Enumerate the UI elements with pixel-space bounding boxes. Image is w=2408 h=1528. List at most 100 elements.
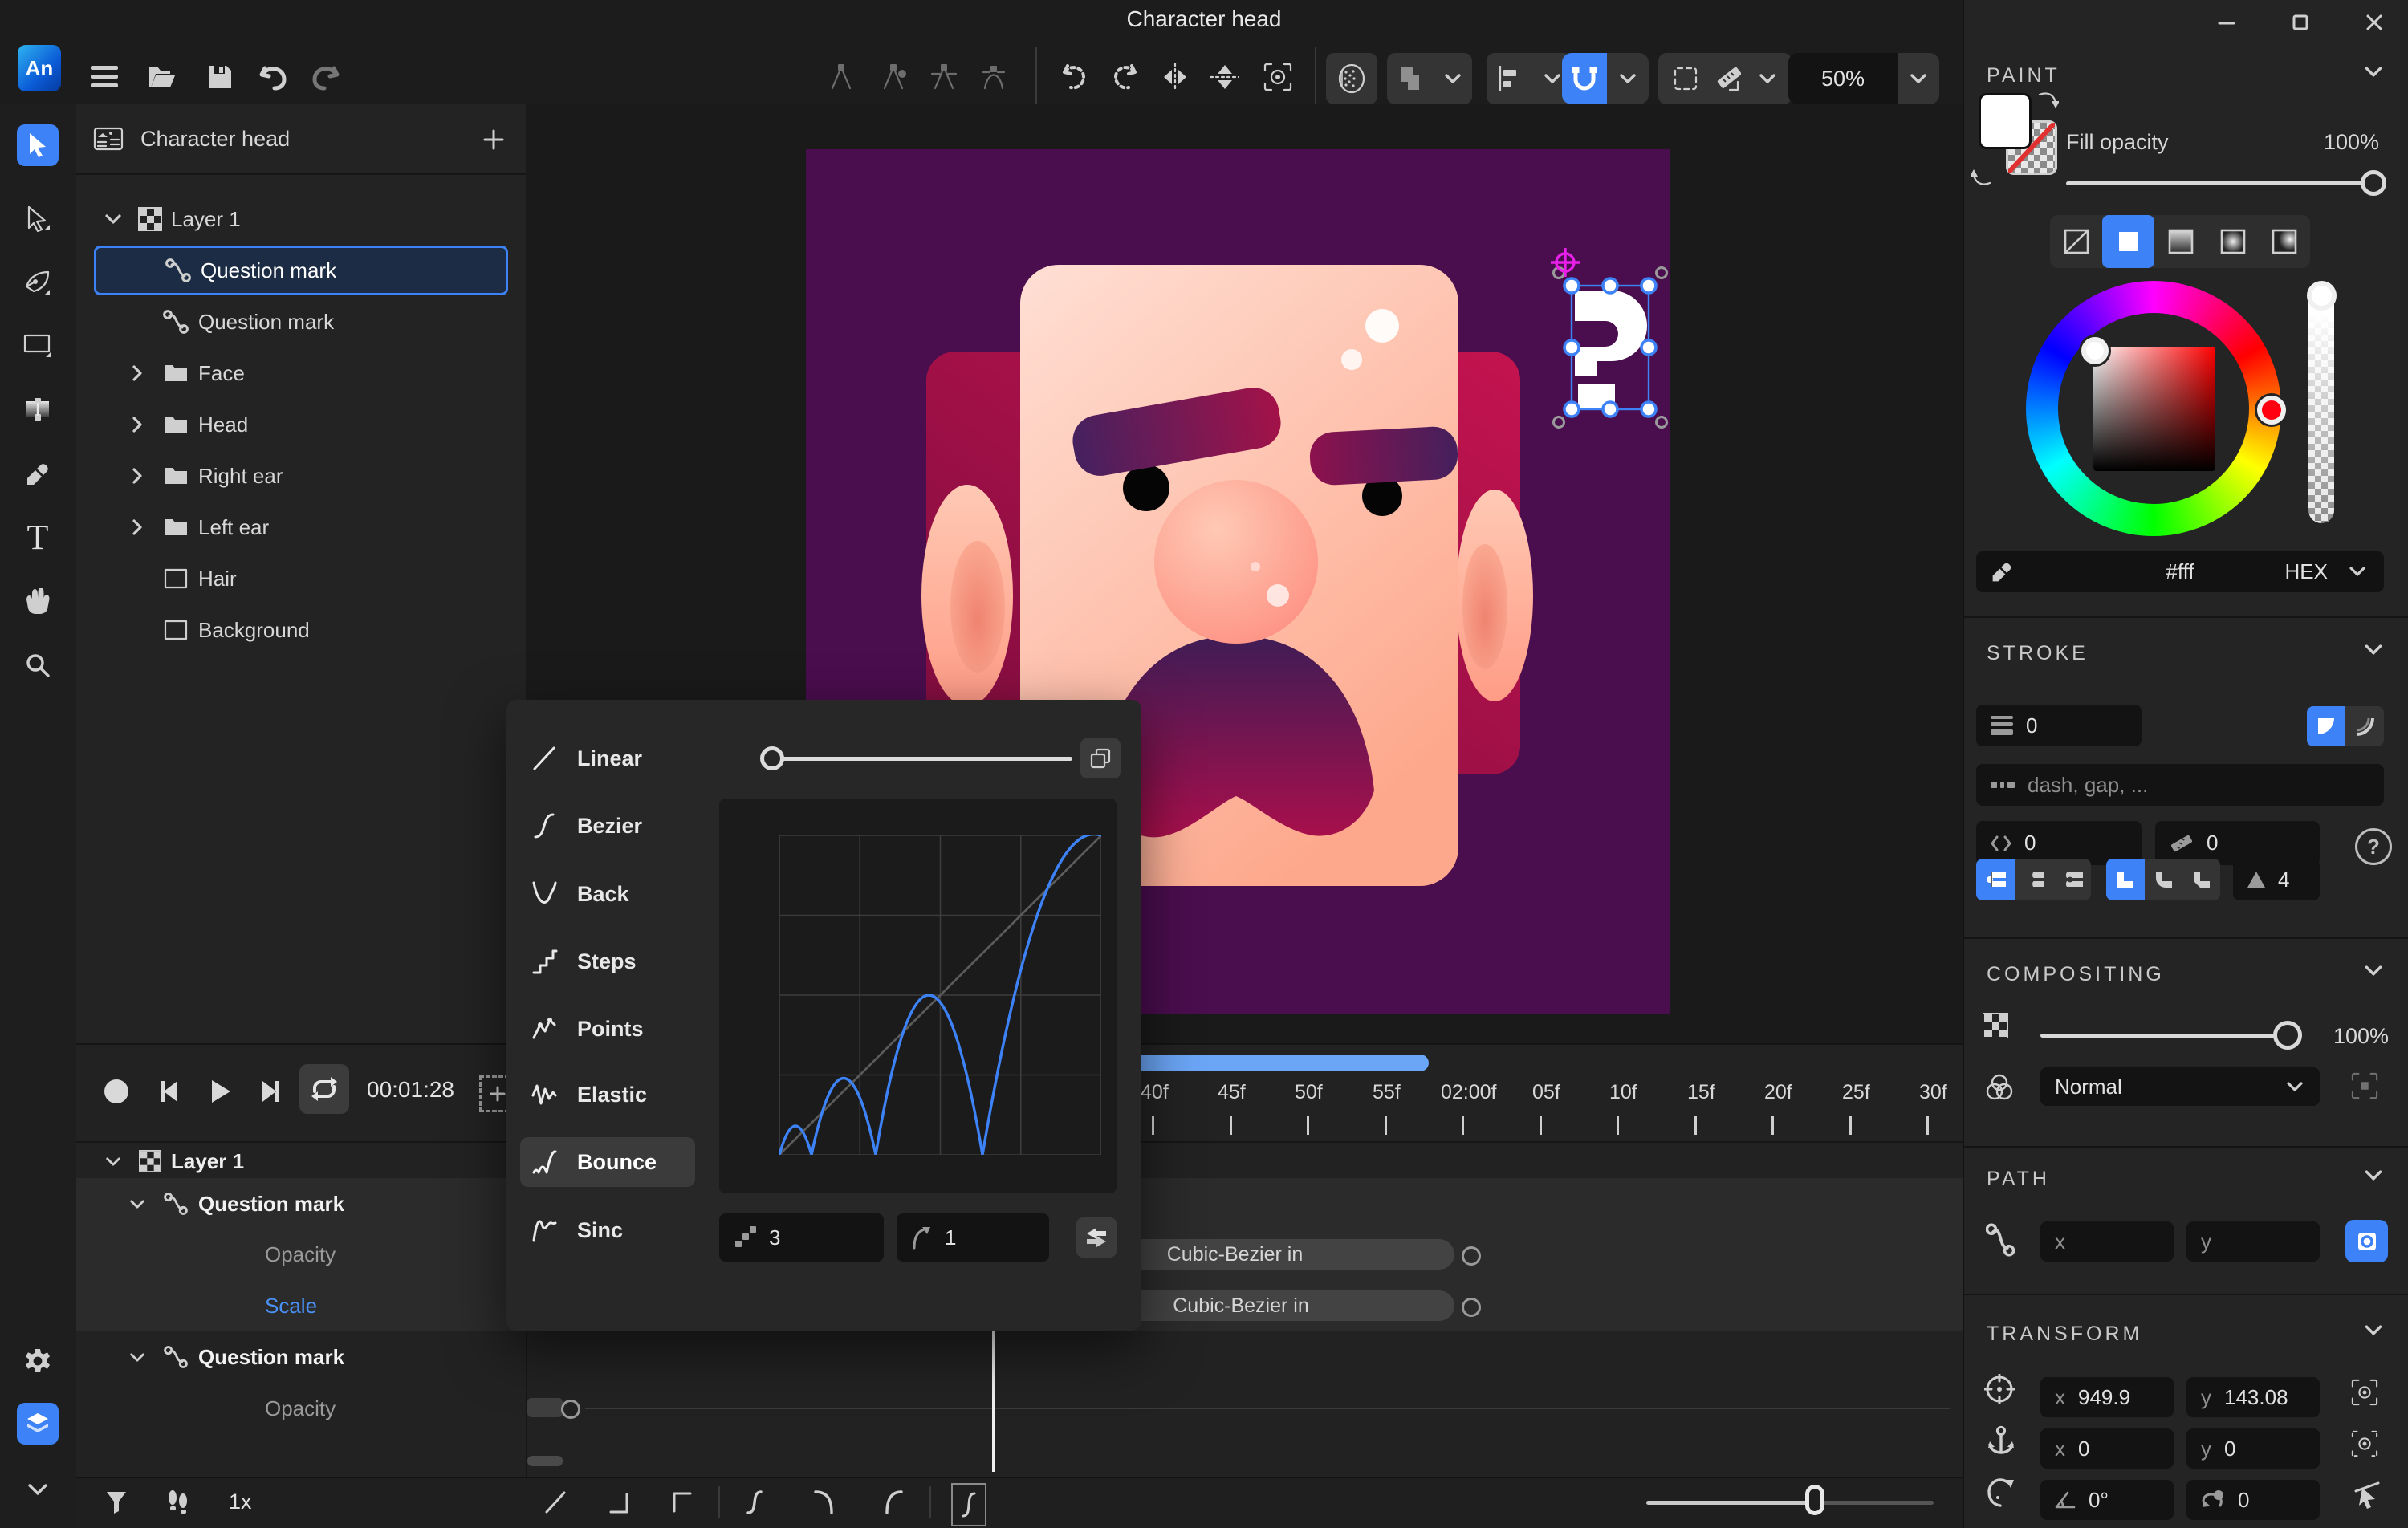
join-round-button[interactable] [2145,859,2183,900]
character-left-eye[interactable] [1123,465,1169,511]
stroke-outside-button[interactable] [2345,706,2384,746]
compositing-collapse-chevron-icon[interactable] [2364,965,2383,977]
snap-magnet-button[interactable] [1562,53,1607,104]
alpha-slider[interactable] [2308,283,2334,523]
paint-radial-gradient-button[interactable] [2207,215,2259,268]
cap-square-button[interactable] [2053,859,2091,900]
layer-row-hair[interactable]: Hair [76,554,526,603]
snap-magnet-dropdown[interactable] [1607,53,1649,104]
swap-fill-stroke-icon[interactable] [2038,90,2059,111]
chevron-down-icon[interactable] [121,1352,153,1363]
easing-option-back[interactable]: Back [531,873,629,915]
easing-option-points[interactable]: Points [531,1008,644,1050]
bounce-count-input[interactable]: 3 [719,1213,884,1262]
paint-collapse-chevron-icon[interactable] [2364,66,2383,78]
compositing-section-header[interactable]: COMPOSITING [1987,963,2165,986]
cap-round-button[interactable] [2015,859,2053,900]
track-handle[interactable] [527,1398,563,1417]
maximize-button[interactable] [2283,5,2318,40]
layers-mode-button[interactable] [17,1403,59,1445]
chevron-right-icon[interactable] [121,364,153,382]
add-layer-button[interactable] [476,122,511,157]
miter-limit-input[interactable]: 4 [2233,859,2320,900]
filter-icon[interactable] [99,1485,134,1520]
path-y-input[interactable]: y [2186,1221,2320,1262]
isolate-blending-icon[interactable] [2351,1072,2378,1099]
easing-mix-slider-handle[interactable] [760,746,784,770]
timeline-zoom-slider[interactable] [1646,1499,1934,1506]
open-file-icon[interactable] [143,58,181,96]
play-button[interactable] [203,1074,238,1109]
character-nose[interactable] [1154,480,1318,644]
sv-handle[interactable] [2081,337,2109,364]
paint-solid-button[interactable] [2102,215,2154,268]
timeline-row-scale[interactable]: Scale [265,1294,317,1319]
chevron-down-icon[interactable] [97,213,129,225]
timeline-row-question-mark-1[interactable]: Question mark [76,1186,524,1221]
easing-ease-in-icon[interactable] [806,1485,841,1520]
rotation-angle-input[interactable]: 0° [2040,1480,2174,1520]
chevron-right-icon[interactable] [121,416,153,433]
fill-opacity-value[interactable]: 100% [2324,130,2379,155]
close-button[interactable] [2357,5,2392,40]
easing-option-steps[interactable]: Steps [531,941,637,982]
layer-row-left-ear[interactable]: Left ear [76,502,526,552]
text-tool[interactable]: T [17,516,59,558]
position-y-input[interactable]: y143.08 [2186,1377,2320,1417]
position-x-input[interactable]: x949.9 [2040,1377,2174,1417]
layer-row-background[interactable]: Background [76,605,526,655]
undo-icon[interactable] [254,58,292,96]
timeline-zoom-slider-handle[interactable] [1805,1485,1824,1515]
swap-direction-button[interactable] [1076,1217,1117,1258]
stroke-section-header[interactable]: STROKE [1987,642,2089,665]
character-right-brow[interactable] [1308,425,1458,486]
footsteps-icon[interactable] [160,1485,195,1520]
node-convert-tool-icon[interactable] [973,58,1015,96]
transform-section-header[interactable]: TRANSFORM [1987,1323,2142,1346]
easing-ease-out-icon[interactable] [876,1485,911,1520]
align-dropdown[interactable] [1487,53,1572,104]
eyedropper-tool[interactable] [17,453,59,495]
zoom-level-value[interactable]: 50% [1788,53,1898,104]
layer-row-layer1[interactable]: Layer 1 [76,194,526,244]
keyframe-hollow[interactable] [1462,1298,1481,1317]
layer-row-face[interactable]: Face [76,348,526,398]
zoom-level-dropdown[interactable] [1898,53,1939,104]
stroke-inside-button[interactable] [2307,706,2345,746]
pen-tool[interactable] [17,262,59,303]
timeline-row-opacity-1[interactable]: Opacity [265,1242,336,1267]
path-section-header[interactable]: PATH [1987,1168,2050,1191]
compositing-opacity-slider[interactable] [2040,1034,2295,1038]
cap-butt-button[interactable] [1976,859,2015,900]
node-remove-tool-icon[interactable] [923,58,965,96]
sv-square[interactable] [2093,347,2215,471]
flip-vertical-icon[interactable] [1204,58,1246,96]
skip-start-button[interactable] [150,1074,185,1109]
layer-row-question-mark[interactable]: Question mark [76,297,526,347]
fill-opacity-slider-handle[interactable] [2361,170,2386,196]
rotate-ccw-icon[interactable] [1053,58,1095,96]
bounce-stiffness-input[interactable]: 1 [897,1213,1049,1262]
position-origin-icon[interactable] [2351,1379,2378,1406]
chevron-down-icon[interactable] [121,1199,153,1209]
easing-option-bounce[interactable]: Bounce [531,1141,657,1183]
compositing-opacity-handle[interactable] [2273,1021,2302,1050]
select-tool[interactable] [17,124,59,166]
rotate-cw-icon[interactable] [1104,58,1146,96]
node-add-tool-icon[interactable] [872,58,914,96]
alpha-handle[interactable] [2307,281,2337,311]
hand-tool[interactable] [17,580,59,622]
stroke-help-icon[interactable]: ? [2355,828,2392,865]
direct-select-tool[interactable] [17,198,59,240]
loop-button[interactable] [299,1064,349,1114]
timeline-scrollbar[interactable] [527,1456,563,1466]
chevron-right-icon[interactable] [121,467,153,485]
boolean-dropdown[interactable] [1387,53,1472,104]
anchor-x-input[interactable]: x0 [2040,1428,2174,1469]
layer-row-question-mark-selected[interactable]: Question mark [94,246,508,295]
easing-hold-end-icon[interactable] [602,1485,637,1520]
stroke-dash-input[interactable]: dash, gap, ... [1976,764,2384,806]
easing-option-sinc[interactable]: Sinc [531,1209,623,1251]
record-button[interactable] [99,1074,134,1109]
easing-option-elastic[interactable]: Elastic [531,1074,647,1116]
